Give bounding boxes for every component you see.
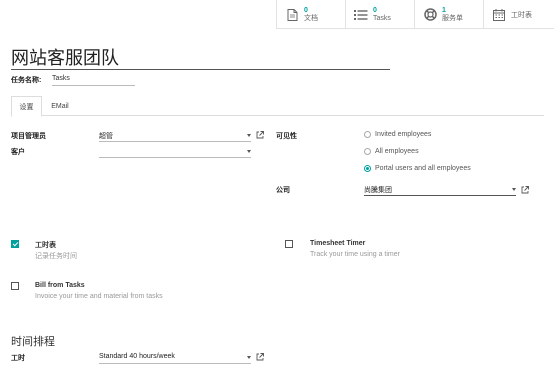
visibility-option-portal[interactable]: Portal users and all employees — [364, 165, 471, 172]
external-link-icon[interactable] — [256, 353, 264, 361]
tasks-button[interactable]: 0 Tasks — [345, 0, 414, 29]
visibility-label: 可见性 — [276, 133, 297, 140]
project-name-field[interactable]: 网站客服团队 — [11, 44, 119, 70]
task-name-label: 任务名称: — [11, 77, 42, 84]
documents-count: 0 — [304, 6, 308, 14]
lifebuoy-icon — [422, 7, 438, 23]
tab-email[interactable]: EMail — [42, 96, 78, 116]
company-select[interactable]: 尚騰集团 — [364, 185, 516, 196]
documents-label: 文档 — [304, 14, 318, 22]
tasks-count: 0 — [373, 6, 377, 14]
timesheet-timer-title: Timesheet Timer — [310, 240, 366, 247]
form-tabs: 设置 EMail — [11, 96, 544, 117]
external-link-icon[interactable] — [256, 131, 264, 139]
radio-circle-selected — [364, 165, 371, 172]
manager-select[interactable]: 超管 — [99, 131, 251, 142]
tickets-label: 服务单 — [442, 14, 463, 22]
file-icon — [284, 7, 300, 23]
visibility-option-label: Portal users and all employees — [375, 165, 471, 172]
timesheet-description: 记录任务时间 — [35, 253, 77, 260]
company-value: 尚騰集团 — [364, 187, 392, 194]
radio-circle — [364, 148, 371, 155]
company-label: 公司 — [276, 187, 290, 194]
visibility-option-all-employees[interactable]: All employees — [364, 148, 419, 155]
working-hours-select[interactable]: Standard 40 hours/week — [99, 353, 251, 364]
bill-from-tasks-title: Bill from Tasks — [35, 282, 85, 289]
timesheet-checkbox[interactable] — [11, 240, 19, 248]
chevron-down-icon — [247, 134, 251, 137]
visibility-option-invited[interactable]: Invited employees — [364, 131, 431, 138]
manager-label: 项目管理员 — [11, 133, 46, 140]
timesheet-timer-checkbox[interactable] — [285, 240, 293, 248]
tasks-icon — [353, 7, 369, 23]
tab-settings[interactable]: 设置 — [11, 96, 42, 117]
working-hours-label: 工时 — [11, 355, 25, 362]
smart-button-bar: 0 文档 0 Tasks 1 服务单 工时表 — [276, 0, 554, 29]
working-hours-value: Standard 40 hours/week — [99, 353, 175, 360]
task-name-input[interactable]: Tasks — [52, 75, 135, 86]
tickets-button[interactable]: 1 服务单 — [414, 0, 483, 29]
bill-from-tasks-checkbox[interactable] — [11, 282, 19, 290]
calendar-icon — [491, 7, 507, 23]
visibility-option-label: Invited employees — [375, 131, 432, 138]
tickets-count: 1 — [442, 6, 446, 14]
tasks-label: Tasks — [373, 14, 391, 22]
external-link-icon[interactable] — [521, 186, 529, 194]
radio-circle — [364, 131, 371, 138]
chevron-down-icon — [247, 150, 251, 153]
documents-button[interactable]: 0 文档 — [276, 0, 345, 29]
customer-label: 客户 — [11, 149, 25, 156]
scheduling-section-title: 时间排程 — [11, 335, 55, 348]
timesheet-title: 工时表 — [35, 242, 56, 249]
timesheet-timer-description: Track your time using a timer — [310, 251, 400, 258]
manager-value: 超管 — [99, 133, 113, 140]
title-underline — [11, 69, 390, 70]
chevron-down-icon — [247, 356, 251, 359]
chevron-down-icon — [512, 188, 516, 191]
customer-select[interactable] — [99, 147, 251, 158]
bill-from-tasks-description: Invoice your time and material from task… — [35, 293, 163, 300]
timesheets-button[interactable]: 工时表 — [483, 0, 553, 29]
timesheets-label: 工时表 — [511, 11, 532, 19]
visibility-option-label: All employees — [375, 148, 419, 155]
